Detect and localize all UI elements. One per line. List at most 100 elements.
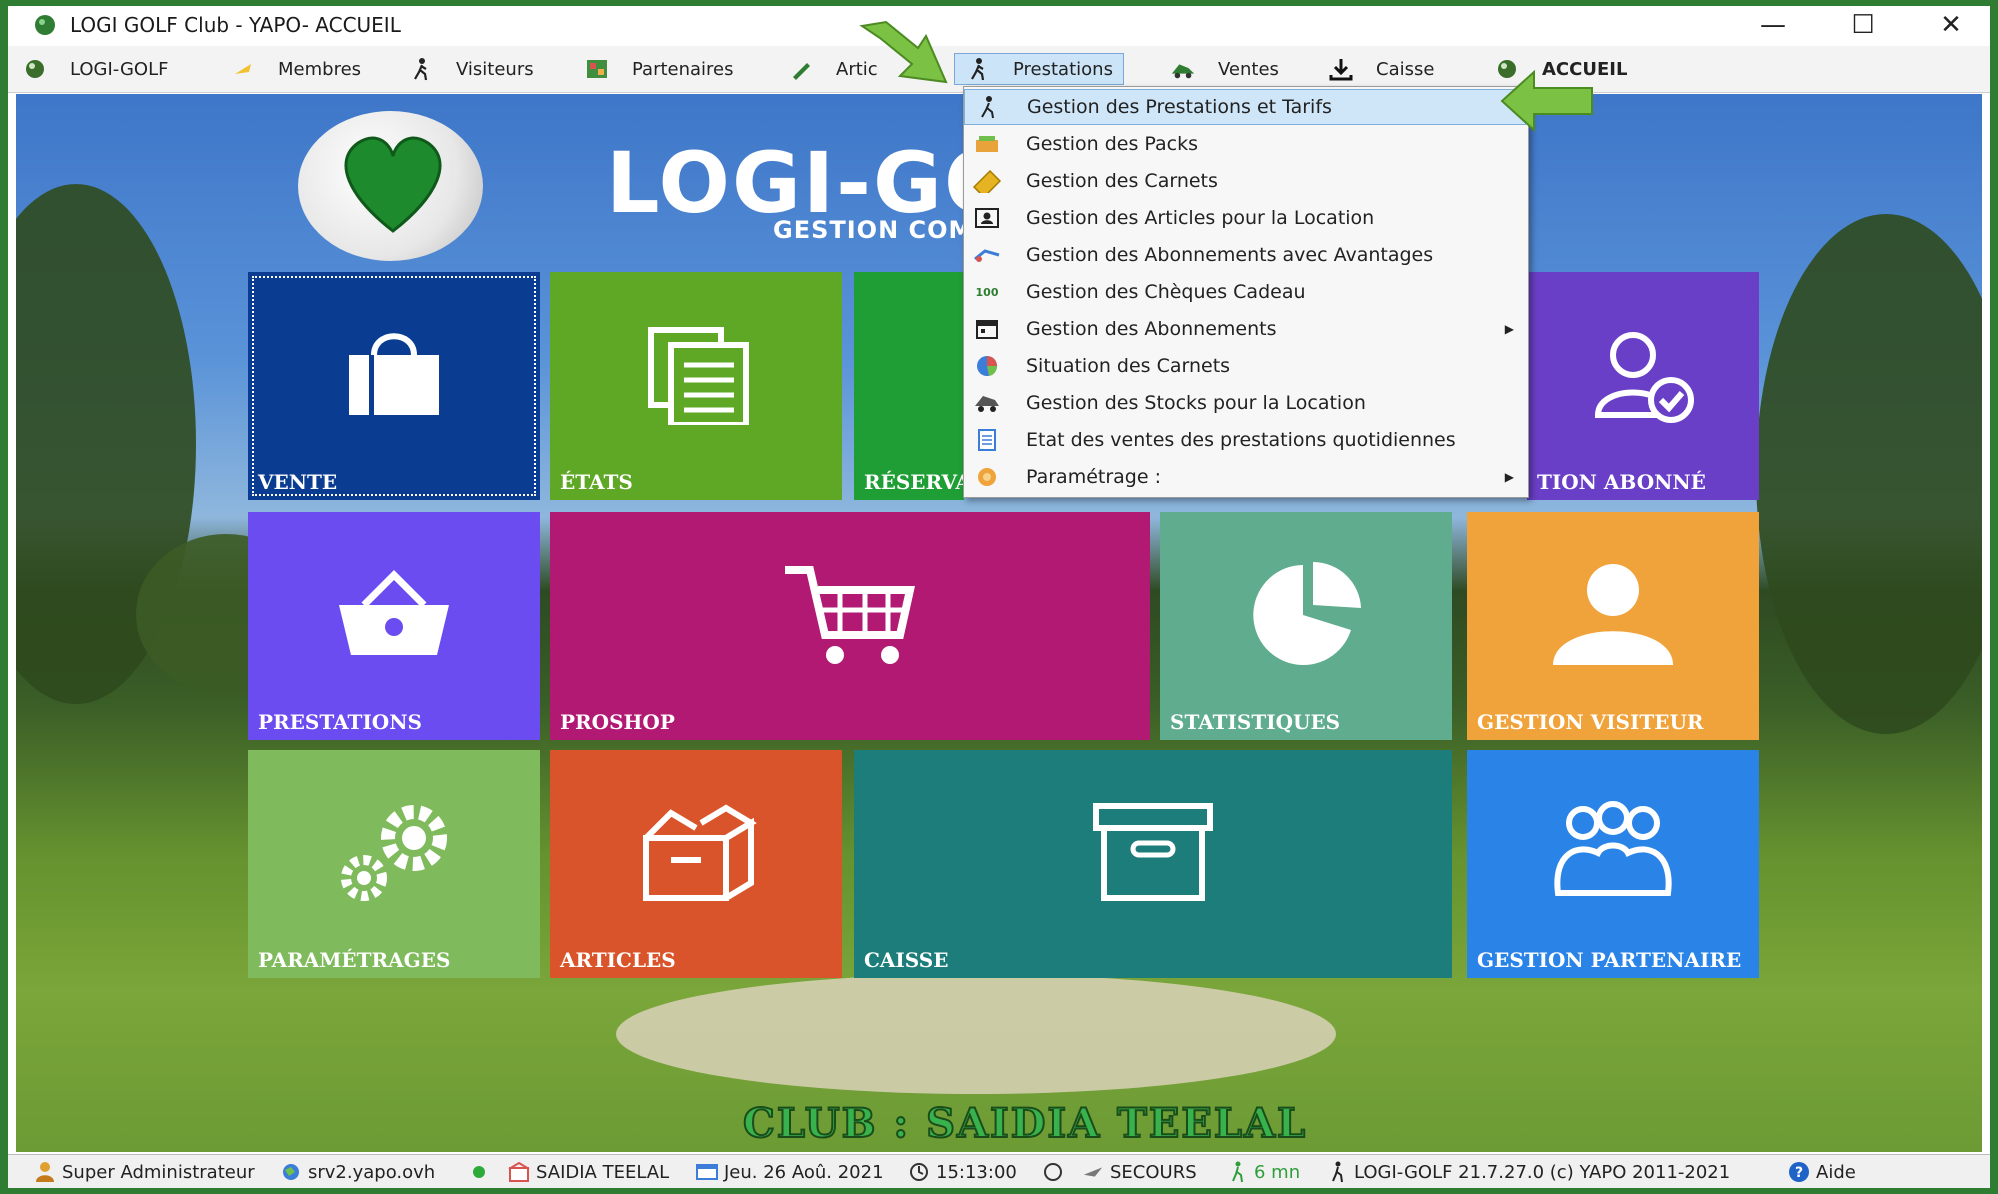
shopping-cart-icon	[785, 565, 915, 664]
tile-reservation[interactable]: RÉSERVA	[854, 272, 971, 500]
menu-item-label: Gestion des Articles pour la Location	[1026, 207, 1375, 229]
status-bar: Super Administrateur srv2.yapo.ovh SAIDI…	[8, 1154, 1990, 1188]
status-time: 15:13:00	[908, 1155, 1017, 1188]
status-connection	[468, 1155, 496, 1188]
menu-item-label: Gestion des Abonnements	[1026, 318, 1277, 340]
shopping-bag-icon	[349, 332, 439, 415]
pencil-icon	[788, 56, 814, 82]
close-button[interactable]: ✕	[1916, 6, 1986, 44]
gift-voucher-icon: 100	[975, 285, 999, 299]
settings-coin-icon	[972, 463, 1002, 491]
status-date-text: Jeu. 26 Aoû. 2021	[724, 1161, 884, 1183]
circle-indicator-icon	[1042, 1161, 1064, 1183]
menu-membres[interactable]: Membres	[230, 46, 361, 92]
status-user: Super Administrateur	[34, 1155, 255, 1188]
tile-label: ÉTATS	[560, 470, 633, 494]
basket-icon	[339, 569, 449, 655]
runner-icon	[965, 56, 991, 82]
tree-decoration	[1756, 214, 1982, 734]
golf-cart-icon	[1170, 56, 1196, 82]
tile-label: GESTION PARTENAIRE	[1477, 948, 1742, 972]
tile-label: STATISTIQUES	[1170, 710, 1341, 734]
partners-icon	[584, 56, 610, 82]
annotation-arrow-icon	[1500, 69, 1593, 133]
tile-articles[interactable]: ARTICLES	[550, 750, 842, 978]
menu-item-label: Gestion des Stocks pour la Location	[1026, 392, 1366, 414]
tile-proshop[interactable]: PROSHOP	[550, 512, 1150, 740]
application-window: LOGI GOLF Club - YAPO- ACCUEIL — ☐ ✕ LOG…	[8, 6, 1990, 1188]
tile-label: GESTION VISITEUR	[1477, 710, 1704, 734]
download-icon	[1328, 56, 1354, 82]
menu-item-etat-ventes[interactable]: Etat des ventes des prestations quotidie…	[964, 422, 1526, 458]
menu-item-abonnements-avantages[interactable]: Gestion des Abonnements avec Avantages	[964, 237, 1526, 273]
menu-label: Visiteurs	[456, 58, 534, 80]
menu-label: Ventes	[1218, 58, 1279, 80]
tile-parametrages[interactable]: PARAMÉTRAGES	[248, 750, 540, 978]
status-site: SAIDIA TEELAL	[508, 1155, 669, 1188]
members-icon	[230, 56, 256, 82]
status-server-text: srv2.yapo.ovh	[308, 1161, 436, 1183]
help-button[interactable]: ? Aide	[1788, 1155, 1856, 1188]
svg-text:?: ?	[1795, 1165, 1803, 1181]
subscription-advantage-icon	[972, 241, 1002, 269]
menu-item-situation-carnets[interactable]: Situation des Carnets	[964, 348, 1526, 384]
user-check-icon	[1594, 331, 1694, 423]
menu-item-cheques-cadeau[interactable]: 100 Gestion des Chèques Cadeau	[964, 274, 1526, 310]
tile-gestion-partenaire[interactable]: GESTION PARTENAIRE	[1467, 750, 1759, 978]
maximize-button[interactable]: ☐	[1828, 6, 1898, 44]
calendar-icon	[972, 315, 1002, 343]
tile-statistiques[interactable]: STATISTIQUES	[1160, 512, 1452, 740]
tile-gestion-abonne[interactable]: TION ABONNÉ	[1527, 272, 1759, 500]
user-icon	[1553, 563, 1673, 665]
club-name: CLUB : SAIDIA TEELAL	[742, 1099, 1308, 1148]
menu-item-abonnements[interactable]: Gestion des Abonnements ▶	[964, 311, 1526, 347]
submenu-arrow-icon: ▶	[1504, 470, 1514, 484]
tile-caisse[interactable]: CAISSE	[854, 750, 1452, 978]
menu-item-articles-location[interactable]: Gestion des Articles pour la Location	[964, 200, 1526, 236]
menu-label: Membres	[278, 58, 362, 80]
tile-label: VENTE	[258, 470, 338, 494]
golf-ball-app-icon	[35, 15, 55, 35]
submenu-arrow-icon: ▶	[1504, 322, 1514, 336]
tile-prestations[interactable]: PRESTATIONS	[248, 512, 540, 740]
status-duration-text: 6 mn	[1254, 1161, 1301, 1183]
runner-icon	[973, 93, 1003, 121]
menu-logi-golf[interactable]: LOGI-GOLF	[22, 46, 168, 92]
prestations-dropdown-menu: Gestion des Prestations et Tarifs Gestio…	[963, 86, 1529, 498]
menu-prestations[interactable]: Prestations	[954, 53, 1124, 85]
bunker-decoration	[616, 974, 1336, 1094]
help-label: Aide	[1816, 1161, 1856, 1183]
menu-item-carnets[interactable]: Gestion des Carnets	[964, 163, 1526, 199]
building-icon	[508, 1161, 530, 1183]
menu-item-label: Situation des Carnets	[1026, 355, 1231, 377]
status-site-text: SAIDIA TEELAL	[536, 1161, 670, 1183]
tile-etats[interactable]: ÉTATS	[550, 272, 842, 500]
tile-label: TION ABONNÉ	[1537, 470, 1706, 494]
title-bar: LOGI GOLF Club - YAPO- ACCUEIL — ☐ ✕	[8, 6, 1990, 44]
tile-label: PROSHOP	[560, 710, 675, 734]
menu-item-label: Gestion des Chèques Cadeau	[1026, 281, 1306, 303]
annotation-arrow-icon	[859, 20, 948, 84]
pie-chart-icon	[1253, 561, 1361, 665]
tile-vente[interactable]: VENTE	[248, 272, 540, 500]
group-icon	[1554, 800, 1672, 896]
documents-icon	[648, 326, 749, 425]
menu-item-prestations-tarifs[interactable]: Gestion des Prestations et Tarifs	[964, 89, 1526, 125]
tile-gestion-visiteur[interactable]: GESTION VISITEUR	[1467, 512, 1759, 740]
menu-item-label: Gestion des Carnets	[1026, 170, 1218, 192]
calendar-icon	[696, 1161, 718, 1183]
menu-item-packs[interactable]: Gestion des Packs	[964, 126, 1526, 162]
logo-subtitle: GESTION COM	[773, 216, 974, 244]
menu-item-stocks-location[interactable]: Gestion des Stocks pour la Location	[964, 385, 1526, 421]
minimize-button[interactable]: —	[1738, 6, 1808, 44]
document-icon	[972, 426, 1002, 454]
menu-item-label: Paramétrage :	[1026, 466, 1161, 488]
status-duration: 6 mn	[1226, 1155, 1300, 1188]
archive-box-icon	[1093, 802, 1213, 901]
menu-item-parametrage[interactable]: Paramétrage : ▶	[964, 459, 1526, 495]
tile-label: PRESTATIONS	[258, 710, 422, 734]
logo-heart-icon	[344, 136, 442, 233]
menu-partenaires[interactable]: Partenaires	[584, 46, 734, 92]
menu-item-label: Etat des ventes des prestations quotidie…	[1026, 429, 1456, 451]
menu-visiteurs[interactable]: Visiteurs	[408, 46, 534, 92]
